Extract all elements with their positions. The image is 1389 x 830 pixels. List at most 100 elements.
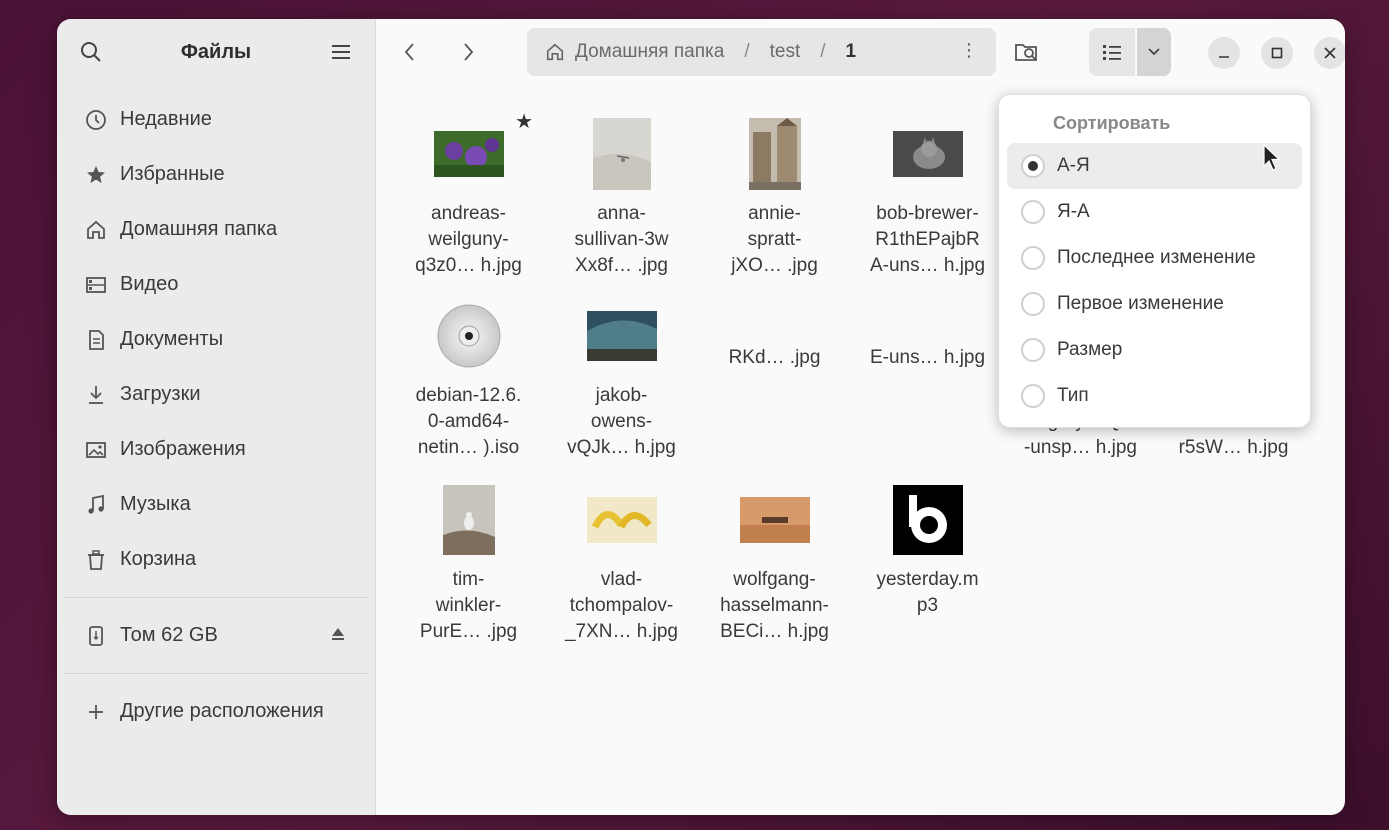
file-item[interactable]: yesterday.m p3	[855, 475, 1000, 619]
file-item[interactable]: debian-12.6. 0-amd64- netin… ).iso	[396, 291, 541, 461]
file-name: jakob- owens- vQJk… h.jpg	[567, 385, 676, 458]
header-bar: Домашняя папка / test / 1 ⋮	[376, 19, 1345, 85]
home-icon	[545, 42, 565, 62]
search-in-folder-button[interactable]	[1012, 37, 1042, 67]
sidebar-item-label: Домашняя папка	[120, 218, 278, 240]
sort-option-label: Тип	[1057, 385, 1089, 406]
hamburger-menu-icon[interactable]	[327, 38, 355, 66]
document-icon	[83, 327, 109, 353]
sort-title: Сортировать	[1053, 113, 1171, 133]
image-icon	[83, 437, 109, 463]
file-item[interactable]: RKd… .jpg	[702, 343, 847, 371]
file-item[interactable]: ★ andreas- weilguny- q3z0… h.jpg	[396, 109, 541, 279]
download-icon	[83, 382, 109, 408]
image-thumbnail	[549, 475, 694, 565]
file-item[interactable]: bob-brewer- R1thEPajbR A-uns… h.jpg	[855, 109, 1000, 279]
file-name: vlad- tchompalov- _7XN… h.jpg	[564, 569, 678, 642]
path-segment-home[interactable]: Домашняя папка	[575, 41, 724, 63]
sidebar-item-other-locations[interactable]: Другие расположения	[57, 684, 375, 739]
file-item[interactable]: anna- sullivan-3w Xx8f… .jpg	[549, 109, 694, 279]
plus-icon	[83, 699, 109, 725]
file-item[interactable]: tim- winkler- PurE… .jpg	[396, 475, 541, 645]
home-icon	[83, 217, 109, 243]
radio-icon	[1021, 154, 1045, 178]
path-segment-current[interactable]: 1	[846, 41, 857, 63]
sort-option[interactable]: Тип	[1007, 373, 1302, 419]
file-name: andreas- weilguny- q3z0… h.jpg	[415, 203, 522, 276]
sidebar-item-label: Изображения	[120, 438, 246, 460]
folder-search-icon	[1015, 44, 1037, 61]
file-name: bob-brewer- R1thEPajbR A-uns… h.jpg	[869, 203, 986, 276]
file-name: wolfgang- hasselmann- BECi… h.jpg	[720, 569, 829, 642]
radio-icon	[1021, 200, 1045, 224]
star-icon	[83, 162, 109, 188]
starred-icon: ★	[515, 111, 533, 133]
sidebar-item-starred[interactable]: Избранные	[57, 147, 375, 202]
sort-option[interactable]: Я-А	[1007, 189, 1302, 235]
list-view-button[interactable]	[1089, 28, 1135, 76]
sidebar-item-label: Том 62 GB	[120, 624, 218, 646]
sidebar-item-videos[interactable]: Видео	[57, 257, 375, 312]
sort-option-label: Последнее изменение	[1057, 247, 1256, 268]
eject-icon[interactable]	[331, 627, 345, 644]
file-name: RKd… .jpg	[728, 347, 821, 368]
chevron-right-icon	[464, 43, 474, 61]
image-thumbnail	[702, 475, 847, 565]
sidebar-item-label: Загрузки	[120, 383, 201, 405]
sidebar-item-label: Документы	[120, 328, 224, 350]
minimize-icon	[1219, 56, 1229, 58]
file-item[interactable]: annie- spratt- jXO… .jpg	[702, 109, 847, 279]
sidebar-item-home[interactable]: Домашняя папка	[57, 202, 375, 257]
file-name: debian-12.6. 0-amd64- netin… ).iso	[415, 385, 522, 458]
close-button[interactable]	[1314, 37, 1345, 69]
path-segment-test[interactable]: test	[770, 41, 801, 63]
sidebar-item-recent[interactable]: Недавние	[57, 92, 375, 147]
app-title: Файлы	[180, 40, 252, 63]
sidebar-item-label: Избранные	[120, 163, 225, 185]
video-icon	[83, 272, 109, 298]
sort-option[interactable]: А-Я	[1007, 143, 1302, 189]
sidebar-separator	[65, 673, 367, 674]
maximize-button[interactable]	[1261, 37, 1293, 69]
image-thumbnail	[549, 109, 694, 199]
sidebar-item-pictures[interactable]: Изображения	[57, 422, 375, 477]
audio-file-icon	[855, 475, 1000, 565]
file-item[interactable]: E-uns… h.jpg	[855, 343, 1000, 371]
sort-option-label: А-Я	[1057, 155, 1090, 176]
close-icon	[1324, 47, 1336, 59]
search-icon[interactable]	[77, 38, 105, 66]
sidebar-header: Файлы	[57, 19, 375, 85]
sort-option[interactable]: Первое изменение	[1007, 281, 1302, 327]
file-item[interactable]: jakob- owens- vQJk… h.jpg	[549, 291, 694, 461]
sort-option[interactable]: Размер	[1007, 327, 1302, 373]
sidebar: Файлы Недавние Избранные Домашняя папка …	[57, 19, 376, 815]
sidebar-item-trash[interactable]: Корзина	[57, 532, 375, 587]
more-options-icon[interactable]: ⋮	[960, 40, 978, 61]
radio-icon	[1021, 292, 1045, 316]
sidebar-item-documents[interactable]: Документы	[57, 312, 375, 367]
file-item[interactable]: wolfgang- hasselmann- BECi… h.jpg	[702, 475, 847, 645]
sidebar-item-label: Другие расположения	[120, 700, 324, 722]
file-name: anna- sullivan-3w Xx8f… .jpg	[574, 203, 669, 276]
sort-dropdown-button[interactable]	[1137, 28, 1171, 76]
list-view-icon	[1103, 45, 1121, 60]
sort-option[interactable]: Последнее изменение	[1007, 235, 1302, 281]
minimize-button[interactable]	[1208, 37, 1240, 69]
music-icon	[83, 492, 109, 518]
file-item[interactable]: vlad- tchompalov- _7XN… h.jpg	[549, 475, 694, 645]
image-thumbnail	[396, 475, 541, 565]
back-button[interactable]	[396, 38, 424, 66]
trash-icon	[83, 547, 109, 573]
sidebar-item-volume[interactable]: Том 62 GB	[57, 608, 375, 663]
view-switcher	[1089, 28, 1171, 76]
file-name: E-uns… h.jpg	[869, 347, 986, 368]
forward-button[interactable]	[454, 38, 482, 66]
clock-icon	[83, 107, 109, 133]
chevron-down-icon	[1148, 48, 1160, 56]
image-thumbnail	[702, 109, 847, 199]
file-name: annie- spratt- jXO… .jpg	[731, 203, 818, 276]
sidebar-item-downloads[interactable]: Загрузки	[57, 367, 375, 422]
sidebar-item-label: Музыка	[120, 493, 191, 515]
sidebar-item-music[interactable]: Музыка	[57, 477, 375, 532]
sidebar-item-label: Недавние	[120, 108, 212, 130]
